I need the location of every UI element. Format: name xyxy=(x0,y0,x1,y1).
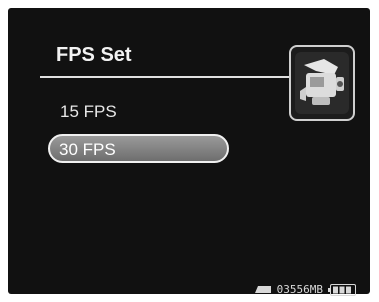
option-15-fps[interactable]: 15 FPS xyxy=(60,102,117,122)
battery-icon xyxy=(328,283,356,296)
menu-title: FPS Set xyxy=(56,44,132,66)
mode-tile xyxy=(289,45,355,121)
option-30-fps-label: 30 FPS xyxy=(59,140,116,159)
camcorder-icon xyxy=(295,52,349,114)
memory-card-icon xyxy=(254,286,271,293)
storage-remaining: 03556MB xyxy=(276,283,323,296)
option-30-fps-selected[interactable]: 30 FPS xyxy=(48,134,229,163)
camera-screen: FPS Set 15 FPS 30 FPS 03556MB xyxy=(8,8,370,296)
status-bar: 03556MB xyxy=(254,283,356,296)
title-divider xyxy=(40,76,290,78)
